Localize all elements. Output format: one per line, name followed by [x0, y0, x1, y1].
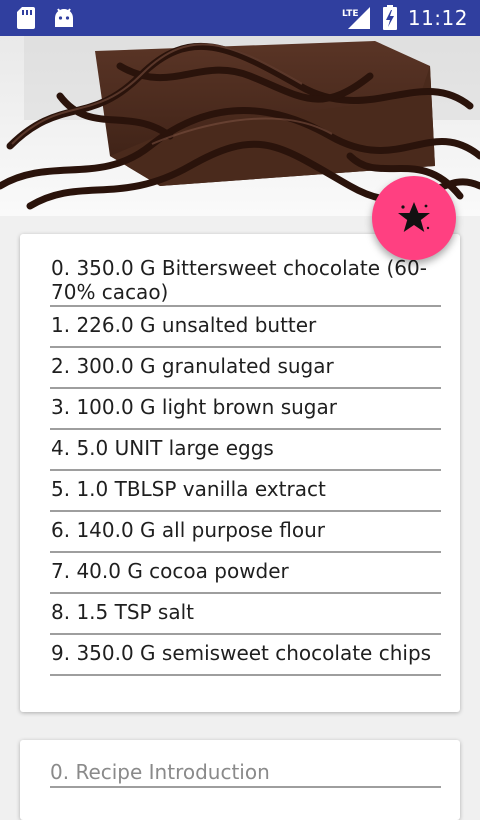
- ingredient-item[interactable]: 6. 140.0 G all purpose flour: [50, 512, 441, 553]
- ingredient-item[interactable]: 9. 350.0 G semisweet chocolate chips: [50, 635, 441, 676]
- star-icon: [396, 200, 432, 236]
- android-icon: [52, 7, 76, 29]
- ingredients-card: 0. 350.0 G Bittersweet chocolate (60-70%…: [20, 234, 460, 712]
- favorite-fab-button[interactable]: [372, 176, 456, 260]
- ingredient-item[interactable]: 2. 300.0 G granulated sugar: [50, 348, 441, 389]
- sd-card-icon: [16, 6, 36, 30]
- ingredient-item[interactable]: 4. 5.0 UNIT large eggs: [50, 430, 441, 471]
- status-time: 11:12: [407, 6, 468, 30]
- lte-signal-icon: LTE: [342, 6, 372, 30]
- battery-charging-icon: [382, 5, 398, 31]
- steps-card: 0. Recipe Introduction: [20, 740, 460, 820]
- ingredients-list: 0. 350.0 G Bittersweet chocolate (60-70%…: [20, 234, 460, 676]
- ingredient-item[interactable]: 5. 1.0 TBLSP vanilla extract: [50, 471, 441, 512]
- step-item[interactable]: 0. Recipe Introduction: [50, 740, 441, 788]
- ingredient-item[interactable]: 7. 40.0 G cocoa powder: [50, 553, 441, 594]
- status-bar: LTE 11:12: [0, 0, 480, 36]
- ingredient-item[interactable]: 0. 350.0 G Bittersweet chocolate (60-70%…: [50, 256, 441, 307]
- ingredient-item[interactable]: 1. 226.0 G unsalted butter: [50, 307, 441, 348]
- svg-text:LTE: LTE: [342, 9, 359, 19]
- ingredient-item[interactable]: 3. 100.0 G light brown sugar: [50, 389, 441, 430]
- ingredient-item[interactable]: 8. 1.5 TSP salt: [50, 594, 441, 635]
